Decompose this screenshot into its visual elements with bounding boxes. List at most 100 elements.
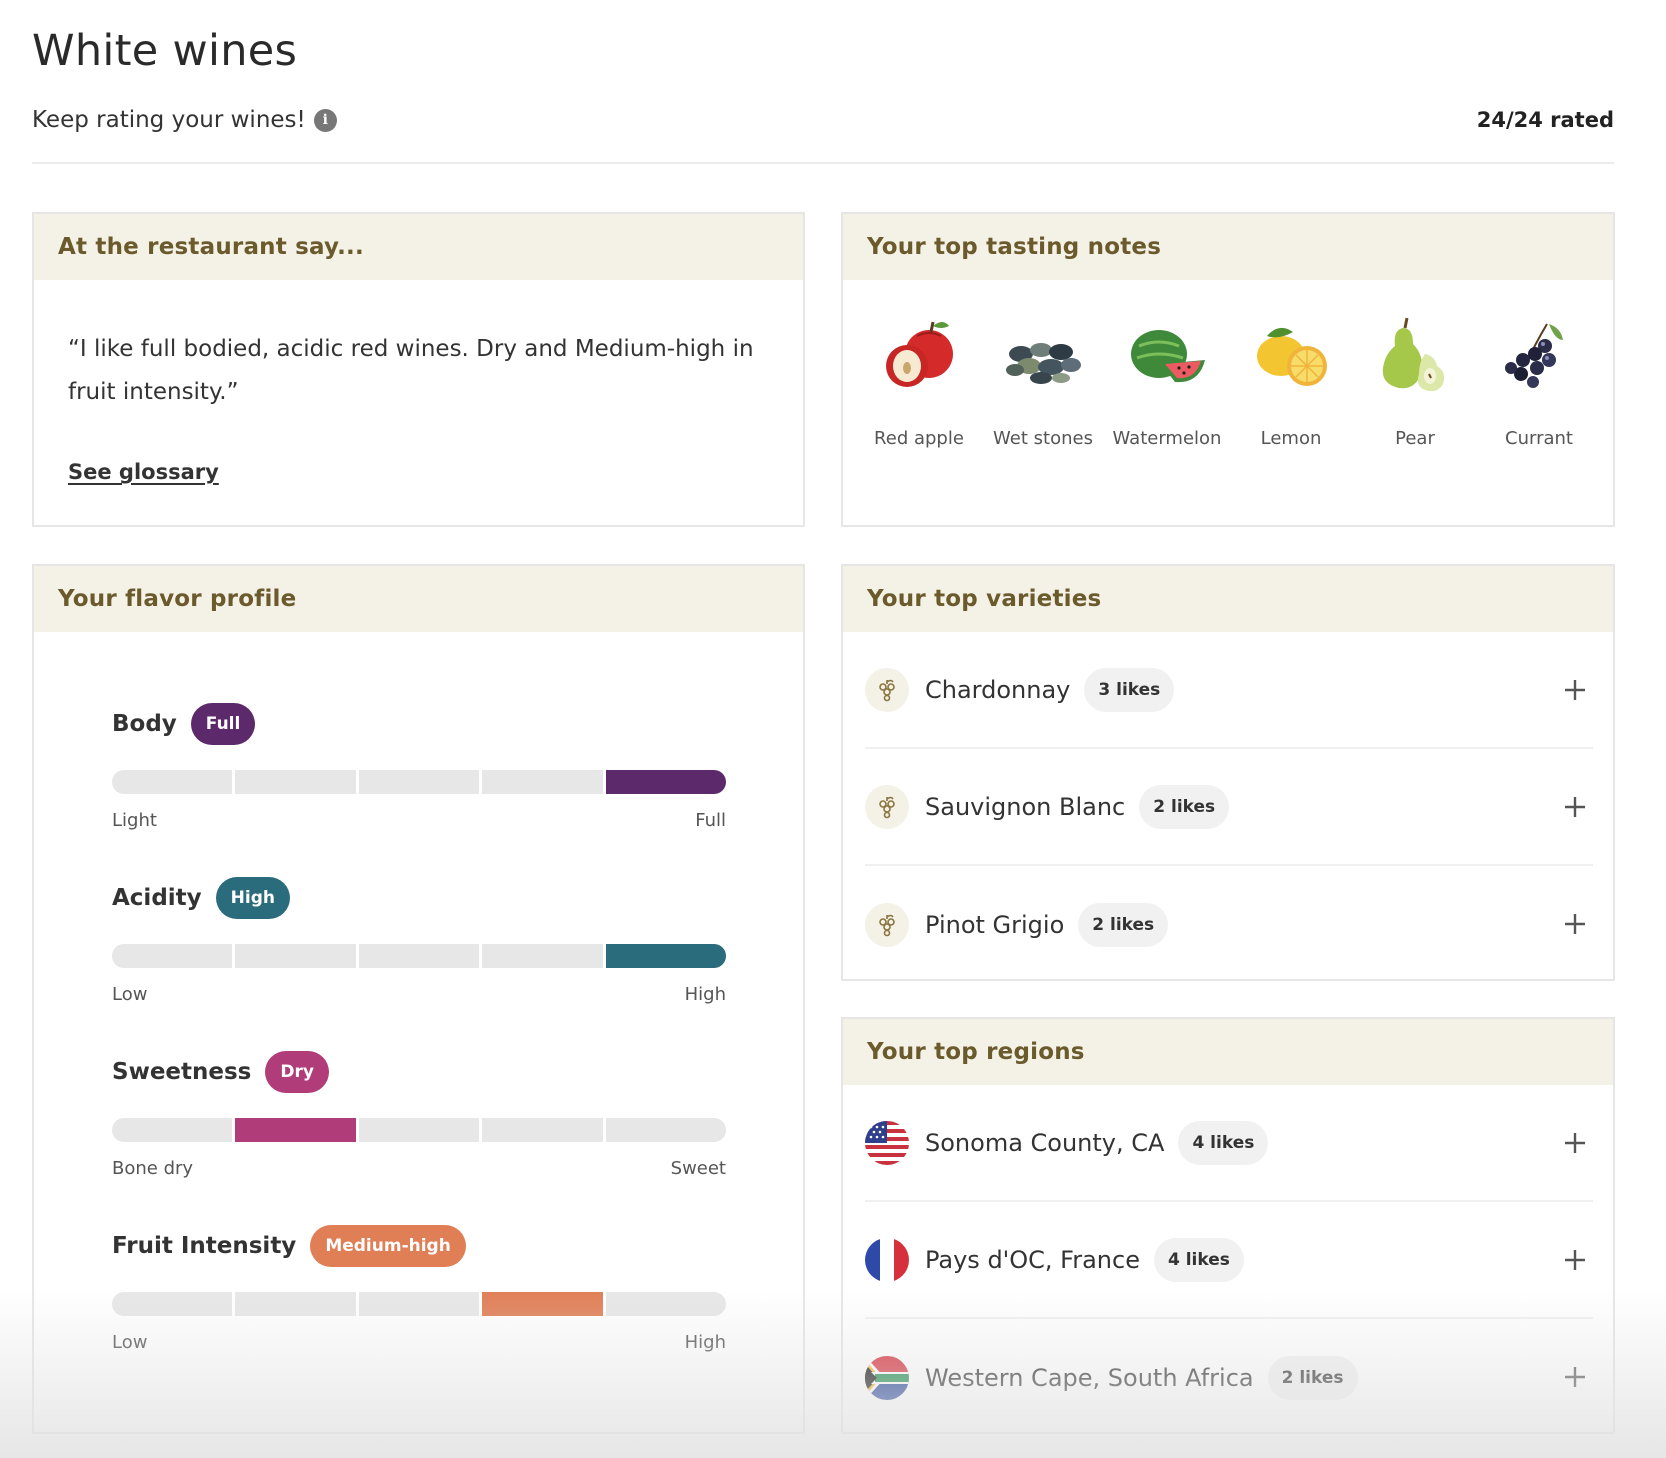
flavor-name: Body	[112, 711, 177, 737]
lemon-icon	[1257, 327, 1327, 386]
pear-icon	[1382, 317, 1445, 392]
flavor-profile-card-header: Your flavor profile	[34, 566, 803, 632]
currant-icon	[1505, 323, 1563, 388]
likes-badge: 2 likes	[1139, 784, 1230, 829]
region-row[interactable]: Sonoma County, CA 4 likes	[865, 1085, 1593, 1202]
restaurant-quote: “I like full bodied, acidic red wines. D…	[68, 336, 754, 405]
variety-row[interactable]: Pinot Grigio 2 likes	[865, 866, 1593, 979]
south-africa-flag-icon	[865, 1355, 909, 1400]
likes-badge: 3 likes	[1084, 667, 1175, 712]
region-name: Western Cape, South Africa	[925, 1363, 1254, 1392]
page-title: White wines	[32, 26, 298, 76]
tasting-note-label: Watermelon	[1112, 428, 1222, 449]
tasting-note-currant: Currant	[1477, 310, 1601, 449]
tasting-notes-list: Red apple Wet stones Watermelon Lemon Pe…	[857, 310, 1601, 449]
variety-name: Pinot Grigio	[925, 910, 1065, 939]
top-varieties-card-header: Your top varieties	[843, 566, 1613, 632]
us-flag-icon	[865, 1120, 909, 1165]
flavor-scale-bar	[112, 770, 727, 794]
tasting-note-label: Lemon	[1260, 428, 1322, 449]
region-row[interactable]: Western Cape, South Africa 2 likes	[865, 1319, 1593, 1432]
scale-segment-active	[605, 944, 727, 968]
likes-badge: 2 likes	[1267, 1355, 1358, 1400]
plus-icon[interactable]	[1557, 1125, 1593, 1161]
likes-badge: 2 likes	[1078, 902, 1169, 947]
scale-segment	[235, 944, 356, 968]
restaurant-card-header: At the restaurant say...	[34, 214, 803, 280]
tasting-note-watermelon: Watermelon	[1105, 310, 1229, 449]
france-flag-icon	[865, 1237, 909, 1282]
flavor-name: Acidity	[112, 885, 202, 911]
scale-low-label: Bone dry	[112, 1158, 194, 1179]
variety-name: Sauvignon Blanc	[925, 792, 1126, 821]
info-icon[interactable]: i	[313, 108, 337, 132]
flavor-sweetness: Sweetness Dry Bone dry Sweet	[112, 1050, 727, 1179]
scale-segment-active	[482, 1292, 603, 1316]
scale-high-label: Sweet	[670, 1158, 726, 1179]
tasting-note-label: Red apple	[874, 428, 964, 449]
header-divider	[32, 162, 1614, 164]
scale-segment	[112, 1118, 233, 1142]
scale-segment-active	[605, 770, 727, 794]
flavor-acidity: Acidity High Low High	[112, 876, 727, 1005]
top-regions-card: Your top regions Sonoma County, CA 4 lik…	[841, 1017, 1615, 1434]
tasting-note-pear: Pear	[1353, 310, 1477, 449]
variety-row[interactable]: Sauvignon Blanc 2 likes	[865, 749, 1593, 866]
scale-segment	[482, 770, 603, 794]
scale-segment	[358, 1292, 480, 1316]
see-glossary-link[interactable]: See glossary	[68, 460, 219, 484]
top-varieties-card: Your top varieties Chardonnay 3 likes Sa…	[841, 564, 1615, 981]
scale-segment	[112, 944, 233, 968]
flavor-name: Sweetness	[112, 1059, 252, 1085]
grape-icon	[865, 667, 909, 712]
plus-icon[interactable]	[1557, 672, 1593, 708]
scale-low-label: Low	[112, 984, 148, 1005]
scale-segment-active	[235, 1118, 356, 1142]
tasting-note-label: Wet stones	[993, 428, 1093, 449]
wet-stones-icon	[1006, 343, 1081, 384]
tasting-note-lemon: Lemon	[1229, 310, 1353, 449]
tasting-note-label: Pear	[1395, 428, 1435, 449]
flavor-badge: High	[215, 877, 290, 919]
scale-segment	[605, 1118, 727, 1142]
region-name: Sonoma County, CA	[925, 1128, 1165, 1157]
scale-segment	[112, 770, 233, 794]
scale-low-label: Light	[112, 810, 157, 831]
scale-low-label: Low	[112, 1332, 148, 1353]
scale-high-label: High	[684, 984, 726, 1005]
tasting-note-red-apple: Red apple	[857, 310, 981, 449]
flavor-badge: Dry	[265, 1051, 329, 1093]
subtitle: Keep rating your wines! i	[32, 107, 337, 133]
scale-segment	[112, 1292, 233, 1316]
plus-icon[interactable]	[1557, 1359, 1593, 1395]
scale-segment	[482, 1118, 603, 1142]
flavor-badge: Full	[190, 703, 256, 745]
rated-count: 24/24 rated	[1476, 108, 1614, 132]
subtitle-text: Keep rating your wines!	[32, 107, 306, 133]
subtitle-row: Keep rating your wines! i 24/24 rated	[32, 100, 1614, 140]
variety-row[interactable]: Chardonnay 3 likes	[865, 632, 1593, 749]
scale-high-label: High	[684, 1332, 726, 1353]
top-regions-card-header: Your top regions	[843, 1019, 1613, 1085]
plus-icon[interactable]	[1557, 789, 1593, 825]
plus-icon[interactable]	[1557, 1242, 1593, 1278]
flavor-body: Body Full Light Full	[112, 702, 727, 831]
tasting-notes-card-header: Your top tasting notes	[843, 214, 1613, 280]
likes-badge: 4 likes	[1178, 1120, 1269, 1165]
flavor-badge: Medium-high	[310, 1225, 466, 1267]
variety-name: Chardonnay	[925, 675, 1071, 704]
scale-segment	[605, 1292, 727, 1316]
flavor-profile-card: Your flavor profile Body Full Light Full…	[32, 564, 805, 1434]
flavor-scale-bar	[112, 944, 727, 968]
plus-icon[interactable]	[1557, 906, 1593, 942]
scale-segment	[358, 770, 480, 794]
flavor-scale-bar	[112, 1118, 727, 1142]
watermelon-icon	[1131, 330, 1205, 383]
region-row[interactable]: Pays d'OC, France 4 likes	[865, 1202, 1593, 1319]
scale-segment	[358, 1118, 480, 1142]
scale-segment	[235, 770, 356, 794]
grape-icon	[865, 902, 909, 947]
flavor-fruit-intensity: Fruit Intensity Medium-high Low High	[112, 1224, 727, 1353]
tasting-note-wet-stones: Wet stones	[981, 310, 1105, 449]
tasting-note-label: Currant	[1505, 428, 1573, 449]
